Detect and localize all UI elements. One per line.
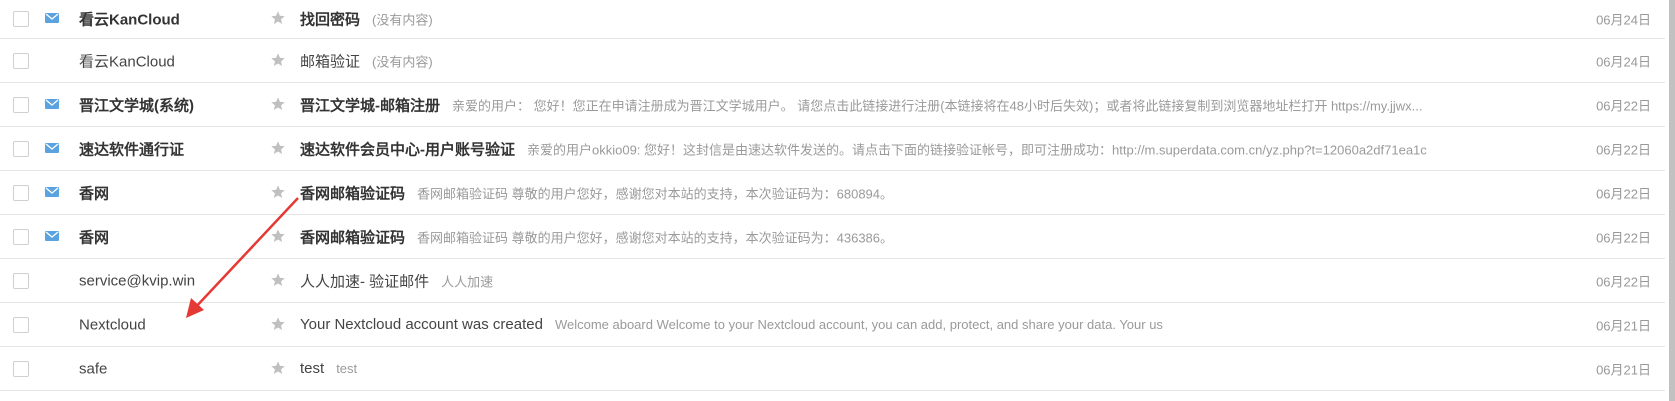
star-icon[interactable] — [270, 184, 286, 200]
mail-date: 06月21日 — [1596, 318, 1651, 333]
mail-date: 06月22日 — [1596, 274, 1651, 289]
mail-list: 看云KanCloud 找回密码 (没有内容) 06月24日 看云KanCloud … — [0, 0, 1665, 401]
mail-sender: 晋江文学城(系统) — [79, 97, 194, 114]
mail-date: 06月22日 — [1596, 98, 1651, 113]
mail-subject: Your Nextcloud account was created — [300, 315, 543, 333]
checkbox-icon[interactable] — [13, 11, 29, 27]
mail-subject: 人人加速- 验证邮件 — [300, 273, 430, 290]
mail-content: 香网邮箱验证码 香网邮箱验证码 尊敬的用户您好，感谢您对本站的支持，本次验证码为：… — [300, 182, 1480, 203]
checkbox-icon[interactable] — [13, 272, 29, 289]
mail-content: 找回密码 (没有内容) — [300, 9, 1480, 30]
mail-date: 06月22日 — [1596, 142, 1651, 157]
mail-sender: 看云KanCloud — [79, 53, 175, 70]
checkbox-icon[interactable] — [13, 184, 29, 201]
mail-preview: 亲爱的用户okkio09: 您好！这封信是由速达软件发送的。请点击下面的链接验证… — [527, 142, 1427, 157]
mail-content: Your Nextcloud account was created Welcom… — [300, 316, 1480, 334]
mail-subject: 晋江文学城-邮箱注册 — [300, 97, 440, 114]
mail-row[interactable]: 香网 香网邮箱验证码 香网邮箱验证码 尊敬的用户您好，感谢您对本站的支持，本次验证… — [0, 171, 1665, 215]
mail-content: 速达软件会员中心-用户账号验证 亲爱的用户okkio09: 您好！这封信是由速达软… — [300, 138, 1480, 159]
star-icon[interactable] — [270, 52, 286, 68]
checkbox-icon[interactable] — [13, 96, 29, 113]
mail-preview: 亲爱的用户： 您好！您正在申请注册成为晋江文学城用户。 请您点击此链接进行注册(… — [452, 98, 1423, 113]
mail-date: 06月24日 — [1596, 54, 1651, 69]
star-icon[interactable] — [270, 140, 286, 156]
mail-subject: 香网邮箱验证码 — [300, 185, 406, 202]
mail-sender: safe — [79, 360, 108, 377]
mail-content: 晋江文学城-邮箱注册 亲爱的用户： 您好！您正在申请注册成为晋江文学城用户。 请您… — [300, 94, 1480, 115]
mail-preview: 香网邮箱验证码 尊敬的用户您好，感谢您对本站的支持，本次验证码为：436386。 — [417, 230, 894, 245]
mail-sender: Nextcloud — [79, 316, 146, 333]
mail-subject: 香网邮箱验证码 — [300, 229, 406, 246]
envelope-icon — [45, 13, 59, 23]
checkbox-icon[interactable] — [13, 140, 29, 157]
mail-row[interactable]: 香网 香网邮箱验证码 香网邮箱验证码 尊敬的用户您好，感谢您对本站的支持，本次验证… — [0, 215, 1665, 259]
mail-content: 人人加速- 验证邮件 人人加速 — [300, 270, 1480, 291]
mail-sender: service@kvip.win — [79, 272, 196, 289]
mail-row[interactable]: 看云KanCloud 找回密码 (没有内容) 06月24日 — [0, 0, 1665, 39]
star-icon[interactable] — [270, 10, 286, 26]
scrollbar[interactable] — [1669, 0, 1675, 401]
mail-preview: 人人加速 — [441, 274, 494, 289]
mail-date: 06月24日 — [1596, 12, 1651, 28]
star-icon[interactable] — [270, 96, 286, 112]
envelope-icon — [45, 98, 59, 109]
mail-preview: Welcome aboard Welcome to your Nextcloud… — [554, 316, 1163, 332]
star-icon[interactable] — [270, 272, 286, 288]
mail-subject: 邮箱验证 — [300, 53, 361, 70]
mail-row[interactable]: safe test test 06月21日 — [0, 347, 1665, 391]
mail-row[interactable]: service@kvip.win 人人加速- 验证邮件 人人加速 06月22日 — [0, 259, 1665, 303]
checkbox-icon[interactable] — [13, 360, 29, 377]
envelope-icon — [45, 142, 59, 153]
star-icon[interactable] — [270, 228, 286, 244]
envelope-icon — [45, 230, 59, 241]
checkbox-icon[interactable] — [13, 316, 29, 333]
checkbox-icon[interactable] — [13, 52, 29, 69]
mail-preview: test — [336, 360, 358, 376]
checkbox-icon[interactable] — [13, 228, 29, 245]
mail-subject: 速达软件会员中心-用户账号验证 — [300, 141, 515, 158]
scrollbar-thumb[interactable] — [1669, 0, 1675, 401]
mail-row[interactable]: Nextcloud Your Nextcloud account was cre… — [0, 303, 1665, 347]
mail-content: 邮箱验证 (没有内容) — [300, 50, 1480, 71]
mail-row[interactable]: 速达软件通行证 速达软件会员中心-用户账号验证 亲爱的用户okkio09: 您好！… — [0, 127, 1665, 171]
mail-sender: 香网 — [79, 229, 110, 246]
star-icon[interactable] — [270, 316, 286, 332]
mail-date: 06月22日 — [1596, 230, 1651, 245]
mail-row[interactable]: 晋江文学城(系统) 晋江文学城-邮箱注册 亲爱的用户： 您好！您正在申请注册成为晋… — [0, 83, 1665, 127]
mail-subject: 找回密码 — [300, 11, 361, 29]
mail-content: 香网邮箱验证码 香网邮箱验证码 尊敬的用户您好，感谢您对本站的支持，本次验证码为：… — [300, 226, 1480, 247]
envelope-icon — [45, 186, 59, 197]
mail-sender: 香网 — [79, 185, 110, 202]
mail-preview: (没有内容) — [372, 54, 433, 69]
mail-subject: test — [300, 359, 325, 377]
mail-row[interactable]: 看云KanCloud 邮箱验证 (没有内容) 06月24日 — [0, 39, 1665, 83]
mail-date: 06月22日 — [1596, 186, 1651, 201]
mail-preview: 香网邮箱验证码 尊敬的用户您好，感谢您对本站的支持，本次验证码为：680894。 — [417, 186, 894, 201]
mail-sender: 速达软件通行证 — [79, 141, 185, 158]
star-icon[interactable] — [270, 360, 286, 376]
mail-preview: (没有内容) — [372, 12, 433, 28]
mail-date: 06月21日 — [1596, 362, 1651, 377]
mail-sender: 看云KanCloud — [79, 11, 180, 29]
mail-content: test test — [300, 360, 1480, 378]
